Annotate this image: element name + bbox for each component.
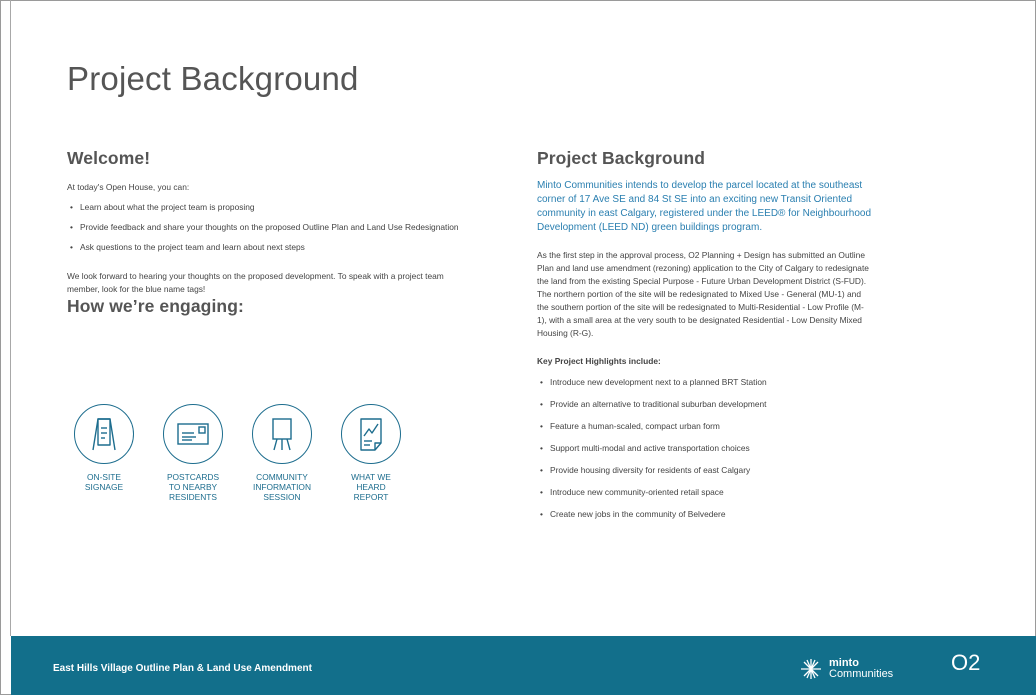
background-lead: Minto Communities intends to develop the… [537,180,872,233]
engage-item-postcards: POSTCARDS TO NEARBY RESIDENTS [153,404,233,502]
minto-logo: minto Communities [798,656,893,682]
left-edge-rule [0,0,11,636]
list-item: Introduce new community-oriented retail … [537,486,872,499]
engage-label: WHAT WE HEARD REPORT [351,472,391,502]
highlights-list: Introduce new development next to a plan… [537,376,872,521]
engage-label: COMMUNITY INFORMATION SESSION [253,472,311,502]
highlights-heading: Key Project Highlights include: [537,356,661,366]
engage-label: POSTCARDS TO NEARBY RESIDENTS [166,472,220,502]
page-title: Project Background [67,60,359,97]
welcome-column: Welcome! At today's Open House, you can:… [67,148,467,317]
list-item: Provide feedback and share your thoughts… [67,221,467,234]
background-body: As the first step in the approval proces… [537,250,869,338]
engage-label: ON-SITE SIGNAGE [84,472,124,492]
report-icon [341,404,401,464]
engage-item-community: COMMUNITY INFORMATION SESSION [242,404,322,502]
list-item: Learn about what the project team is pro… [67,201,467,214]
welcome-closing: We look forward to hearing your thoughts… [67,271,444,294]
list-item: Provide an alternative to traditional su… [537,398,872,411]
minto-subname: Communities [829,668,894,680]
minto-mark-icon [801,659,821,679]
footer-title: East Hills Village Outline Plan & Land U… [53,663,312,674]
welcome-list: Learn about what the project team is pro… [67,201,467,254]
list-item: Support multi-modal and active transport… [537,442,872,455]
footer-bar: East Hills Village Outline Plan & Land U… [11,636,1036,695]
signage-icon [74,404,134,464]
background-heading: Project Background [537,148,706,168]
welcome-heading: Welcome! [67,148,151,168]
list-item: Create new jobs in the community of Belv… [537,508,872,521]
background-column: Project Background Minto Communities int… [537,148,872,530]
welcome-intro: At today's Open House, you can: [67,182,190,192]
postcard-icon [163,404,223,464]
engage-item-report: WHAT WE HEARD REPORT [331,404,411,502]
engaging-heading: How we’re engaging: [67,296,244,316]
o2-logo: O2 [951,650,981,675]
engage-item-signage: ON-SITE SIGNAGE [64,404,144,492]
list-item: Introduce new development next to a plan… [537,376,872,389]
list-item: Provide housing diversity for residents … [537,464,872,477]
easel-icon [252,404,312,464]
engagement-icons: ON-SITE SIGNAGE POSTCARDS TO NEARBY RESI… [64,404,404,524]
list-item: Feature a human-scaled, compact urban fo… [537,420,872,433]
list-item: Ask questions to the project team and le… [67,241,467,254]
page-frame [0,0,1036,695]
